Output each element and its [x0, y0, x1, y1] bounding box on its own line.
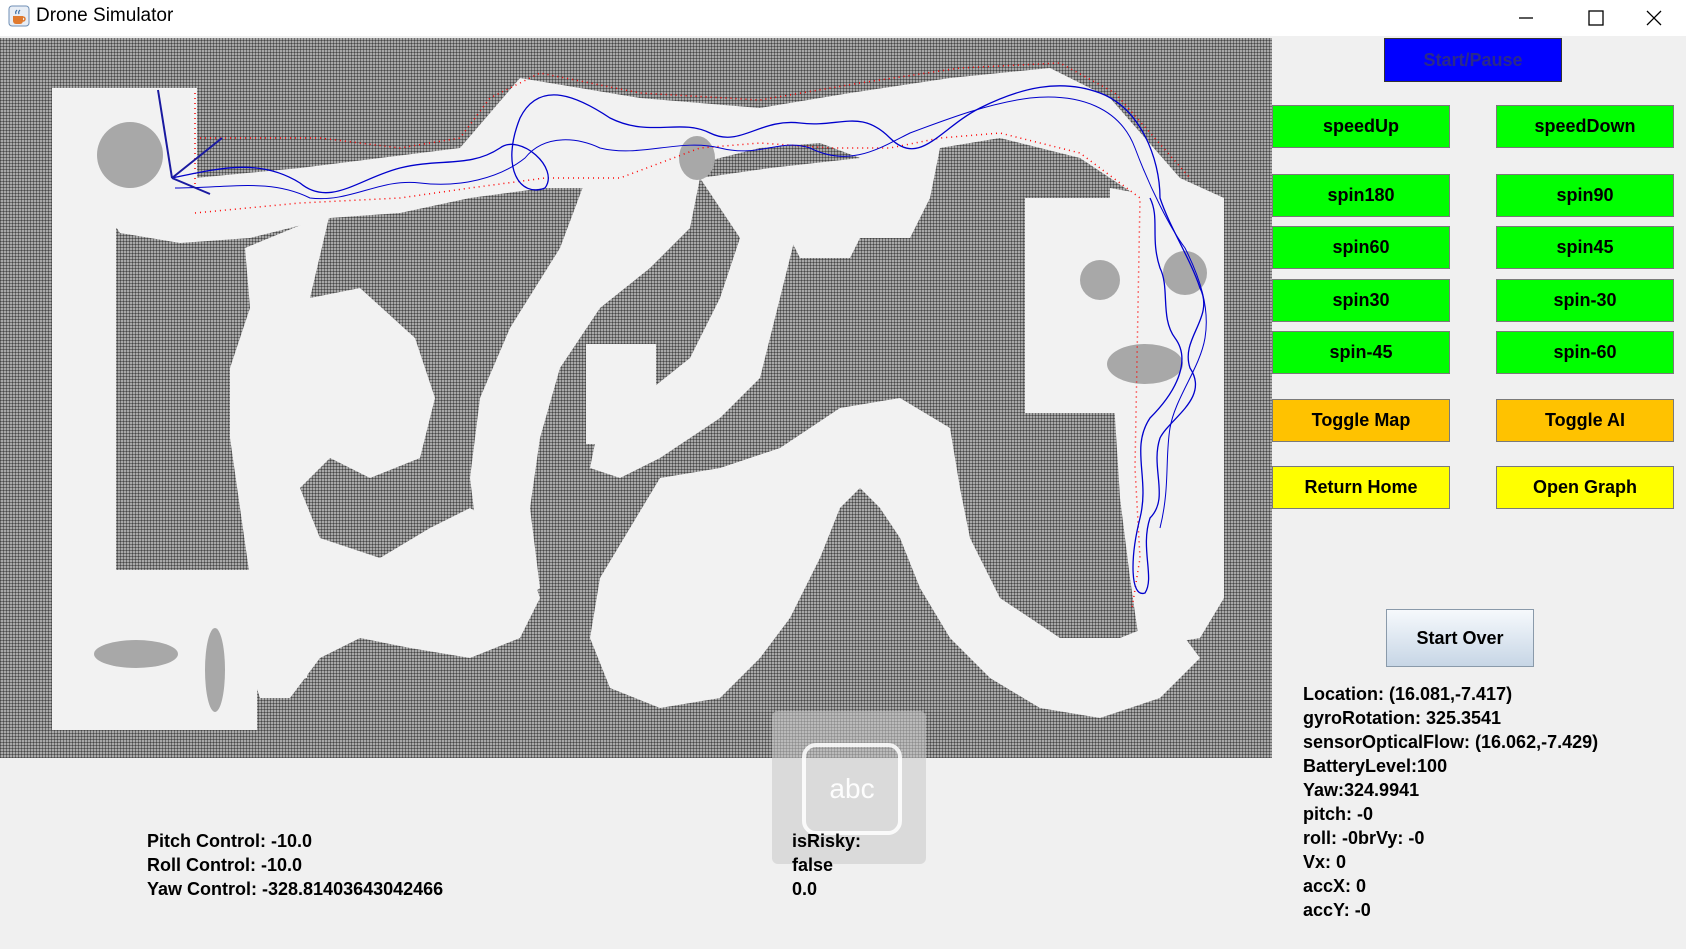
map-canvas: [52, 62, 1224, 730]
start-pause-button[interactable]: Start/Pause: [1384, 38, 1562, 82]
simulation-map[interactable]: [0, 38, 1272, 758]
java-cup-icon: [8, 5, 30, 27]
keyboard-icon-label: abc: [829, 773, 875, 804]
risk-panel: isRisky: false 0.0: [792, 829, 861, 901]
roll-control-readout: Roll Control: -10.0: [147, 855, 303, 875]
optical-flow-readout: sensorOpticalFlow: (16.062,-7.429): [1303, 732, 1599, 752]
roll-readout: roll: -0brVy: -0: [1303, 828, 1425, 848]
minimize-icon: [1519, 17, 1533, 19]
risk-number: 0.0: [792, 879, 818, 899]
speed-up-button[interactable]: speedUp: [1272, 105, 1450, 148]
toggle-map-button[interactable]: Toggle Map: [1272, 399, 1450, 442]
accx-readout: accX: 0: [1303, 876, 1367, 896]
spin180-button[interactable]: spin180: [1272, 174, 1450, 217]
toggle-ai-button[interactable]: Toggle AI: [1496, 399, 1674, 442]
control-values-panel: Pitch Control: -10.0 Roll Control: -10.0…: [147, 829, 443, 901]
is-risky-label: isRisky:: [792, 831, 862, 851]
pitch-readout: pitch: -0: [1303, 804, 1373, 824]
close-button[interactable]: [1636, 0, 1686, 36]
spin45-button[interactable]: spin45: [1496, 226, 1674, 269]
open-graph-button[interactable]: Open Graph: [1496, 466, 1674, 509]
window-title: Drone Simulator: [36, 5, 174, 26]
free-space-regions: [52, 68, 1224, 730]
pitch-control-readout: Pitch Control: -10.0: [147, 831, 313, 851]
speed-down-button[interactable]: speedDown: [1496, 105, 1674, 148]
accy-readout: accY: -0: [1303, 900, 1371, 920]
close-icon: [1646, 10, 1662, 26]
return-home-button[interactable]: Return Home: [1272, 466, 1450, 509]
keyboard-icon: abc: [802, 743, 902, 835]
sensor-info-panel: Location: (16.081,-7.417) gyroRotation: …: [1303, 682, 1598, 922]
spin-neg30-button[interactable]: spin-30: [1496, 279, 1674, 322]
spin-neg45-button[interactable]: spin-45: [1272, 331, 1450, 374]
vx-readout: Vx: 0: [1303, 852, 1347, 872]
maximize-icon: [1588, 10, 1604, 26]
battery-readout: BatteryLevel:100: [1303, 756, 1448, 776]
location-readout: Location: (16.081,-7.417): [1303, 684, 1513, 704]
maximize-button[interactable]: [1566, 0, 1626, 36]
spin60-button[interactable]: spin60: [1272, 226, 1450, 269]
yaw-readout: Yaw:324.9941: [1303, 780, 1420, 800]
title-bar: Drone Simulator: [0, 0, 1686, 36]
minimize-button[interactable]: [1496, 0, 1556, 36]
start-over-button[interactable]: Start Over: [1386, 609, 1534, 667]
spin90-button[interactable]: spin90: [1496, 174, 1674, 217]
spin-neg60-button[interactable]: spin-60: [1496, 331, 1674, 374]
spin30-button[interactable]: spin30: [1272, 279, 1450, 322]
yaw-control-readout: Yaw Control: -328.81403643042466: [147, 879, 444, 899]
is-risky-value: false: [792, 855, 834, 875]
gyro-readout: gyroRotation: 325.3541: [1303, 708, 1502, 728]
